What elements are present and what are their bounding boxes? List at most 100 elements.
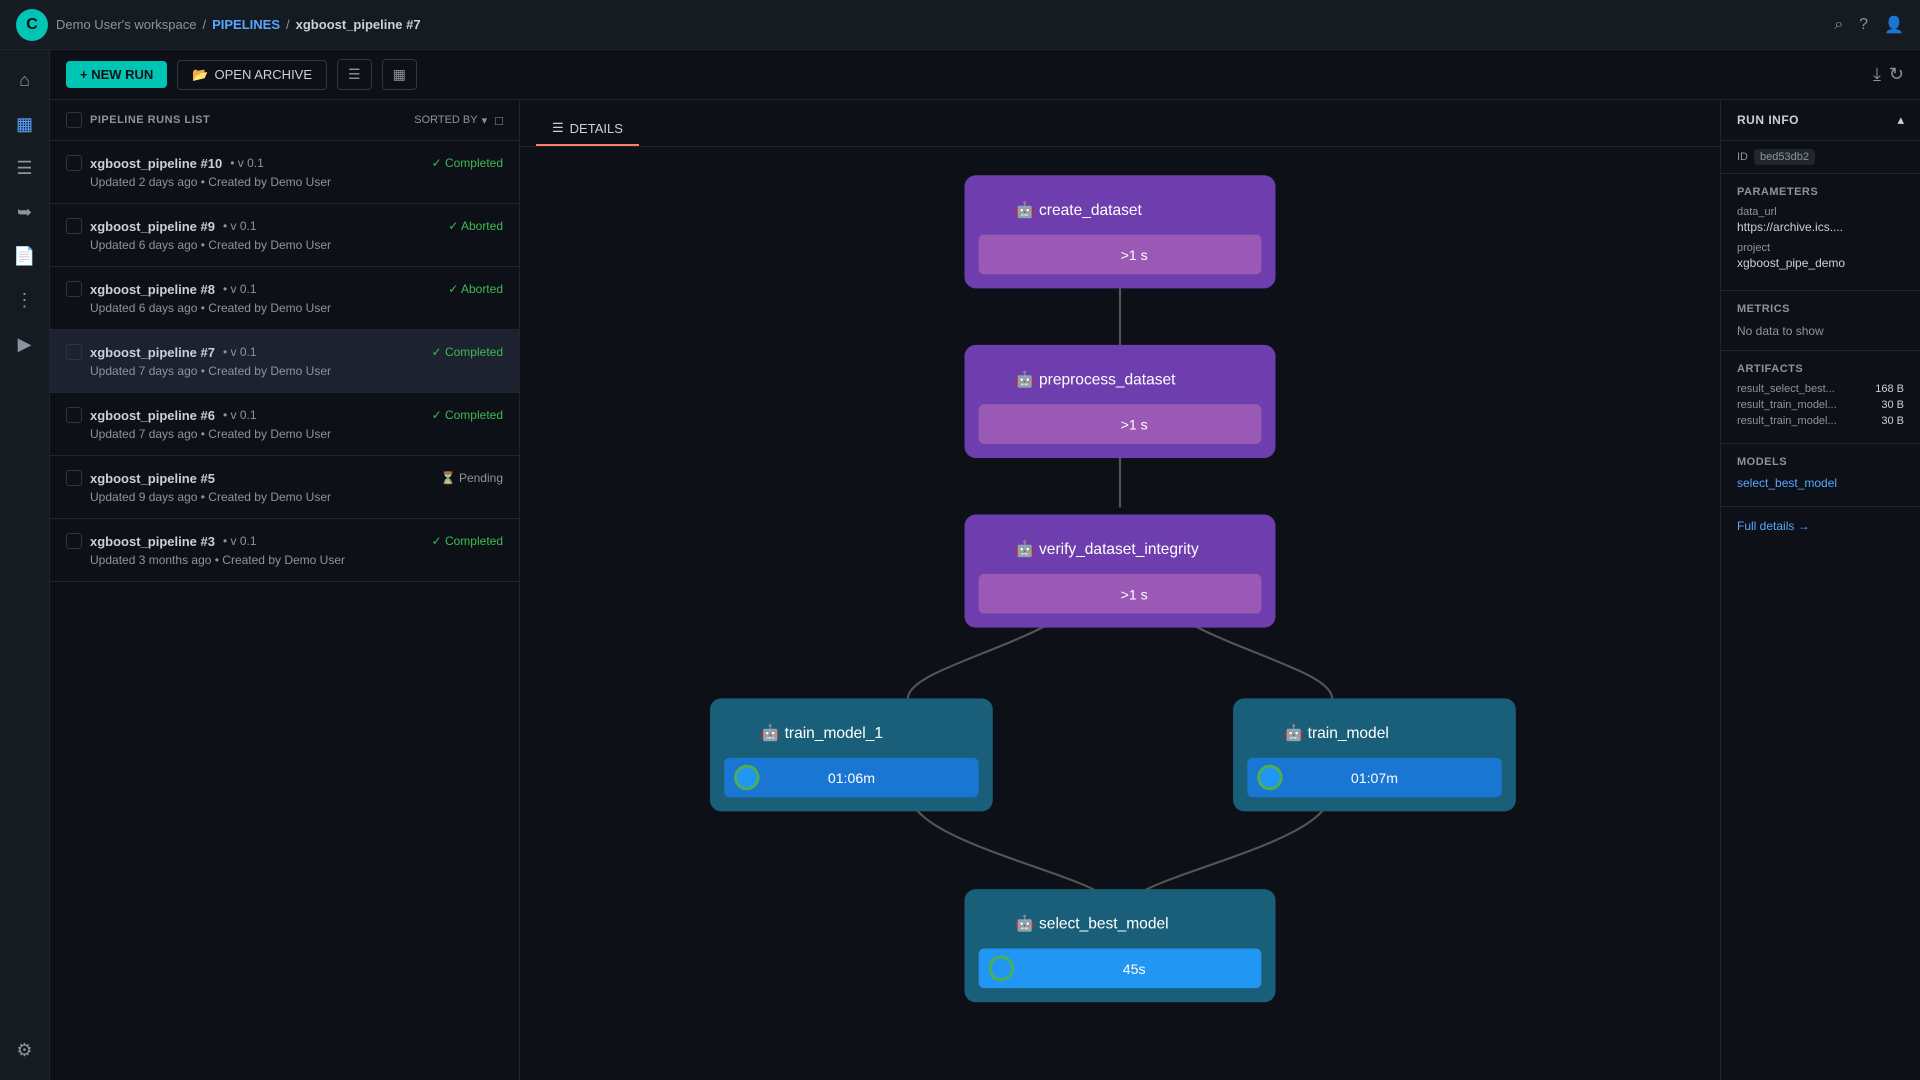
refresh-icon[interactable]: ↻	[1889, 64, 1904, 85]
item-status: ✓ Completed	[432, 408, 503, 422]
param-val-data-url: https://archive.ics....	[1737, 220, 1904, 234]
pipeline-items: xgboost_pipeline #10 • v 0.1 ✓ Completed…	[50, 141, 519, 1080]
pipelines-label[interactable]: PIPELINES	[212, 17, 280, 32]
item-checkbox[interactable]	[66, 407, 82, 423]
node-train-model[interactable]: 🤖 train_model 01:07m	[1233, 698, 1516, 811]
help-icon[interactable]: ?	[1859, 16, 1868, 34]
nav-deploy[interactable]: ▶	[7, 326, 43, 362]
node-icon	[990, 413, 1013, 436]
run-info-title: RUN INFO	[1737, 113, 1799, 127]
item-checkbox[interactable]	[66, 155, 82, 171]
search-icon[interactable]: ⌕	[1834, 16, 1843, 34]
item-version: • v 0.1	[230, 156, 264, 170]
param-val-project: xgboost_pipe_demo	[1737, 256, 1904, 270]
node-title: 🤖 verify_dataset_integrity	[1015, 539, 1199, 558]
item-checkbox[interactable]	[66, 281, 82, 297]
left-nav: ⌂ ▦ ☰ ➥ 📄 ⋮ ▶ ⚙	[0, 50, 50, 1080]
node-time: >1 s	[1121, 247, 1148, 263]
user-avatar[interactable]: 👤	[1884, 15, 1904, 35]
item-meta: Updated 9 days ago • Created by Demo Use…	[66, 490, 503, 504]
pipeline-item[interactable]: xgboost_pipeline #6 • v 0.1 ✓ Completed …	[50, 393, 519, 456]
node-title: 🤖 select_best_model	[1015, 914, 1168, 933]
param-key-data-url: data_url	[1737, 206, 1904, 218]
collapse-icon[interactable]: ▴	[1897, 112, 1904, 128]
pipeline-list: PIPELINE RUNS LIST SORTED BY ▾ □ xgboost…	[50, 100, 520, 1080]
details-panel: ☰ DETAILS	[520, 100, 1720, 1080]
topbar-icons: ⌕ ? 👤	[1834, 15, 1904, 35]
node-preprocess-dataset[interactable]: 🤖 preprocess_dataset >1 s	[965, 345, 1276, 458]
node-time: 01:06m	[828, 770, 875, 786]
node-select-best-model[interactable]: 🤖 select_best_model 45s	[965, 889, 1276, 1002]
item-checkbox[interactable]	[66, 344, 82, 360]
item-meta: Updated 2 days ago • Created by Demo Use…	[66, 175, 503, 189]
artifact-size-3: 30 B	[1881, 415, 1904, 427]
artifact-size-1: 168 B	[1875, 383, 1904, 395]
nav-data[interactable]: ☰	[7, 150, 43, 186]
item-name: xgboost_pipeline #7	[90, 345, 215, 360]
item-version: • v 0.1	[223, 345, 257, 359]
topbar: C Demo User's workspace / PIPELINES / xg…	[0, 0, 1920, 50]
item-version: • v 0.1	[223, 408, 257, 422]
action-bar: + NEW RUN 📂 OPEN ARCHIVE ☰ ▦ ⤓ ↻	[50, 50, 1920, 100]
nav-reports[interactable]: 📄	[7, 238, 43, 274]
run-info-header: RUN INFO ▴	[1721, 100, 1920, 141]
tab-details[interactable]: ☰ DETAILS	[536, 112, 639, 146]
item-name: xgboost_pipeline #3	[90, 534, 215, 549]
full-details-link[interactable]: Full details →	[1721, 507, 1920, 545]
pipeline-item[interactable]: xgboost_pipeline #5 ⏳ Pending Updated 9 …	[50, 456, 519, 519]
node-create-dataset[interactable]: 🤖 create_dataset >1 s	[965, 175, 1276, 288]
artifact-row-3: result_train_model... 30 B	[1737, 415, 1904, 427]
grid-view-button[interactable]: ▦	[382, 59, 417, 90]
item-name: xgboost_pipeline #6	[90, 408, 215, 423]
run-id-row: ID bed53db2	[1721, 141, 1920, 174]
action-right-icons: ⤓ ↻	[1873, 64, 1904, 85]
list-header-title: PIPELINE RUNS LIST	[90, 114, 406, 126]
parameters-section: PARAMETERS data_url https://archive.ics.…	[1721, 174, 1920, 291]
param-key-project: project	[1737, 242, 1904, 254]
item-name: xgboost_pipeline #10	[90, 156, 222, 171]
item-checkbox[interactable]	[66, 218, 82, 234]
artifacts-section: ARTIFACTS result_select_best... 168 B re…	[1721, 351, 1920, 444]
run-id-badge: bed53db2	[1754, 149, 1815, 165]
open-archive-button[interactable]: 📂 OPEN ARCHIVE	[177, 60, 327, 90]
new-run-button[interactable]: + NEW RUN	[66, 61, 167, 88]
breadcrumb-sep1: /	[202, 17, 206, 32]
nav-tables[interactable]: ⋮	[7, 282, 43, 318]
node-title: 🤖 create_dataset	[1015, 200, 1142, 219]
archive-icon: 📂	[192, 67, 208, 83]
pipeline-graph: 🤖 create_dataset >1 s 🤖 preprocess_datas…	[520, 147, 1720, 1080]
item-status: ✓ Completed	[432, 534, 503, 548]
node-icon	[990, 582, 1013, 605]
pipeline-item[interactable]: xgboost_pipeline #3 • v 0.1 ✓ Completed …	[50, 519, 519, 582]
list-view-button[interactable]: ☰	[337, 59, 372, 90]
metrics-no-data: No data to show	[1737, 324, 1824, 338]
node-title: 🤖 train_model_1	[761, 723, 883, 742]
item-checkbox[interactable]	[66, 533, 82, 549]
pipeline-item[interactable]: xgboost_pipeline #9 • v 0.1 ✓ Aborted Up…	[50, 204, 519, 267]
item-version: • v 0.1	[223, 219, 257, 233]
models-title: MODELS	[1737, 456, 1904, 468]
item-meta: Updated 7 days ago • Created by Demo Use…	[66, 364, 503, 378]
filter-icon[interactable]: □	[495, 113, 503, 128]
details-tabs: ☰ DETAILS	[520, 100, 1720, 147]
node-icon	[990, 243, 1013, 266]
item-status: ✓ Aborted	[448, 282, 503, 296]
nav-pipelines[interactable]: ➥	[7, 194, 43, 230]
nav-experiments[interactable]: ▦	[7, 106, 43, 142]
sorted-by[interactable]: SORTED BY ▾	[414, 114, 487, 127]
node-verify-dataset[interactable]: 🤖 verify_dataset_integrity >1 s	[965, 515, 1276, 628]
item-name: xgboost_pipeline #5	[90, 471, 215, 486]
pipeline-item[interactable]: xgboost_pipeline #8 • v 0.1 ✓ Aborted Up…	[50, 267, 519, 330]
pipeline-item[interactable]: xgboost_pipeline #10 • v 0.1 ✓ Completed…	[50, 141, 519, 204]
item-meta: Updated 3 months ago • Created by Demo U…	[66, 553, 503, 567]
id-icon: ID	[1737, 151, 1748, 163]
download-icon[interactable]: ⤓	[1873, 64, 1881, 85]
node-train-model-1[interactable]: 🤖 train_model_1 01:06m	[710, 698, 993, 811]
model-item-1[interactable]: select_best_model	[1737, 476, 1904, 490]
item-checkbox[interactable]	[66, 470, 82, 486]
nav-settings[interactable]: ⚙	[7, 1032, 43, 1068]
nav-home[interactable]: ⌂	[7, 62, 43, 98]
artifact-row-2: result_train_model... 30 B	[1737, 399, 1904, 411]
pipeline-item[interactable]: xgboost_pipeline #7 • v 0.1 ✓ Completed …	[50, 330, 519, 393]
select-all-checkbox[interactable]	[66, 112, 82, 128]
